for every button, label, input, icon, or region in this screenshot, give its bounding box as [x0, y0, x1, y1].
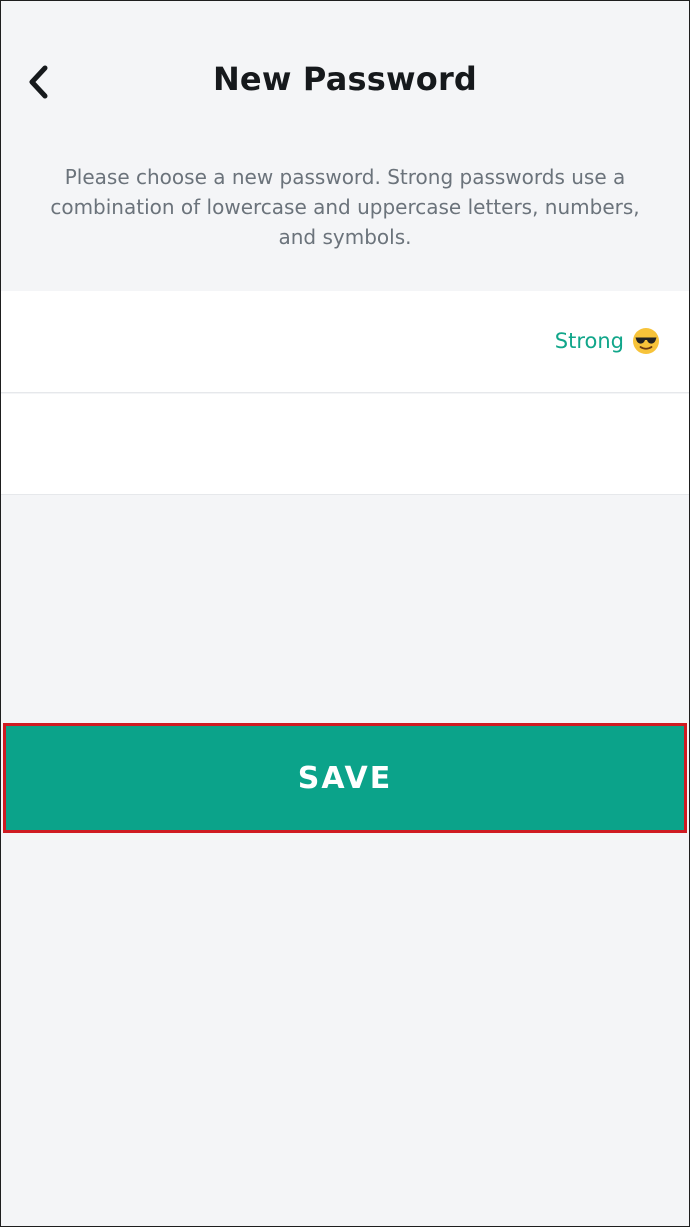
description-text: Please choose a new password. Strong pas… — [50, 165, 640, 249]
confirm-password-field[interactable] — [1, 394, 689, 496]
strength-label: Strong — [554, 329, 624, 353]
password-strength-indicator: Strong — [555, 327, 660, 355]
save-button[interactable]: SAVE — [6, 726, 684, 830]
new-password-field[interactable]: Strong — [1, 291, 689, 394]
confirm-password-input[interactable] — [25, 394, 529, 496]
header: New Password — [0, 0, 690, 165]
page-title: New Password — [212, 60, 478, 98]
sunglasses-emoji-icon — [633, 328, 659, 354]
new-password-input[interactable] — [25, 291, 529, 394]
